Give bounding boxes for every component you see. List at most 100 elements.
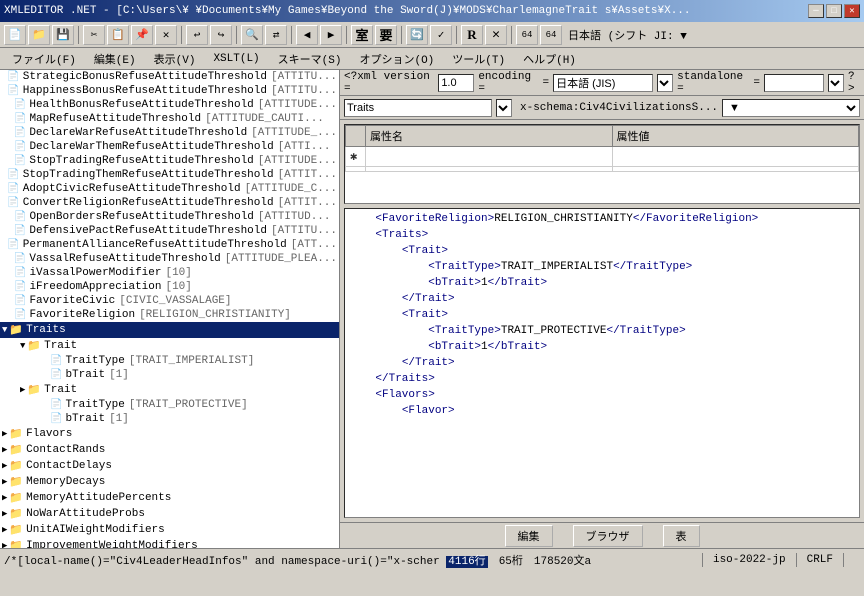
nav-next-button[interactable]: ▶ [320, 25, 342, 45]
refresh-button[interactable]: 🔄 [406, 25, 428, 45]
table-button[interactable]: 表 [663, 525, 700, 547]
file-icon: 📄 [14, 225, 26, 237]
tree-item[interactable]: ▶📁Flavors [0, 426, 339, 442]
tree-item[interactable]: 📄TraitType[TRAIT_PROTECTIVE] [0, 398, 339, 412]
tree-item[interactable]: 📄MapRefuseAttitudeThreshold[ATTITUDE_CAU… [0, 112, 339, 126]
tree-item[interactable]: 📄OpenBordersRefuseAttitudeThreshold[ATTI… [0, 210, 339, 224]
menu-tools[interactable]: ツール(T) [444, 49, 513, 69]
tree-item[interactable]: 📄HealthBonusRefuseAttitudeThreshold[ATTI… [0, 98, 339, 112]
tree-item[interactable]: ▶📁ImprovementWeightModifiers [0, 538, 339, 548]
attr-name-cell[interactable] [366, 147, 613, 167]
menu-schema[interactable]: スキーマ(S) [270, 49, 350, 69]
xml-standalone-dropdown[interactable]: ▼ [828, 74, 844, 92]
expand-icon[interactable]: ▶ [2, 509, 7, 519]
cut-button[interactable]: ✂ [83, 25, 105, 45]
tree-item[interactable]: ▶📁ContactDelays [0, 458, 339, 474]
menu-xslt[interactable]: XSLT(L) [205, 51, 267, 67]
doc-name-input[interactable] [344, 99, 492, 117]
tree-item[interactable]: 📄StrategicBonusRefuseAttitudeThreshold[A… [0, 70, 339, 84]
tree-item[interactable]: 📄ConvertReligionRefuseAttitudeThreshold[… [0, 196, 339, 210]
menu-view[interactable]: 表示(V) [146, 49, 204, 69]
tree-item[interactable]: 📄PermanentAllianceRefuseAttitudeThreshol… [0, 238, 339, 252]
copy-button[interactable]: 📋 [107, 25, 129, 45]
tree-item[interactable]: 📄HappinessBonusRefuseAttitudeThreshold[A… [0, 84, 339, 98]
save-button[interactable]: 💾 [52, 25, 74, 45]
maximize-button[interactable]: □ [826, 4, 842, 18]
expand-icon[interactable]: ▼ [20, 341, 25, 351]
tree-item[interactable]: ▶📁NoWarAttitudeProbs [0, 506, 339, 522]
tree-item[interactable]: ▶📁MemoryDecays [0, 474, 339, 490]
menu-edit[interactable]: 編集(E) [86, 49, 144, 69]
tree-item[interactable]: 📄FavoriteReligion[RELIGION_CHRISTIANITY] [0, 308, 339, 322]
tree-item[interactable]: 📄DeclareWarThemRefuseAttitudeThreshold[A… [0, 140, 339, 154]
attr-empty-row [346, 167, 859, 172]
folder-icon: 📁 [9, 491, 23, 505]
xml-line: <Traits> [349, 227, 855, 243]
tree-item[interactable]: 📄iVassalPowerModifier[10] [0, 266, 339, 280]
browser-button[interactable]: ブラウザ [573, 525, 643, 547]
find-button[interactable]: 🔍 [241, 25, 263, 45]
xml-encoding-dropdown[interactable]: ▼ [657, 74, 673, 92]
tree-item[interactable]: 📄FavoriteCivic[CIVIC_VASSALAGE] [0, 294, 339, 308]
tree-item[interactable]: 📄StopTradingRefuseAttitudeThreshold[ATTI… [0, 154, 339, 168]
expand-icon[interactable]: ▼ [2, 325, 7, 335]
tree-item[interactable]: 📄TraitType[TRAIT_IMPERIALIST] [0, 354, 339, 368]
expand-icon[interactable]: ▶ [2, 445, 7, 455]
expand-icon[interactable]: ▶ [2, 525, 7, 535]
xml-source-area[interactable]: <FavoriteReligion>RELIGION_CHRISTIANITY<… [344, 208, 860, 518]
tree-item[interactable]: ▼📁Trait [0, 338, 339, 354]
tree-item[interactable]: ▶📁ContactRands [0, 442, 339, 458]
expand-icon[interactable]: ▶ [2, 493, 7, 503]
attr-new-row[interactable]: ✱ [346, 147, 859, 167]
file-icon: 📄 [14, 281, 26, 293]
tree-item[interactable]: ▶📁UnitAIWeightModifiers [0, 522, 339, 538]
replace-button[interactable]: ⇄ [265, 25, 287, 45]
redo-button[interactable]: ↪ [210, 25, 232, 45]
tree-item[interactable]: 📄bTrait[1] [0, 368, 339, 382]
xml-line: <Trait> [349, 307, 855, 323]
menu-help[interactable]: ヘルプ(H) [515, 49, 584, 69]
x-button[interactable]: ✕ [485, 25, 507, 45]
r-button[interactable]: R [461, 25, 483, 45]
tree-item[interactable]: 📄AdoptCivicRefuseAttitudeThreshold[ATTIT… [0, 182, 339, 196]
open-button[interactable]: 📁 [28, 25, 50, 45]
xml-version-input[interactable] [438, 74, 474, 92]
expand-icon[interactable]: ▶ [2, 429, 7, 439]
menu-file[interactable]: ファイル(F) [4, 49, 84, 69]
tree-item[interactable]: 📄VassalRefuseAttitudeThreshold[ATTITUDE_… [0, 252, 339, 266]
minimize-button[interactable]: ─ [808, 4, 824, 18]
tree-item[interactable]: 📄bTrait[1] [0, 412, 339, 426]
64a-button[interactable]: 64 [516, 25, 538, 45]
edit-button[interactable]: 編集 [505, 525, 553, 547]
schema-dropdown[interactable]: ▼ [722, 99, 860, 117]
tree-panel[interactable]: 📄StrategicBonusRefuseAttitudeThreshold[A… [0, 70, 340, 548]
expand-icon[interactable]: ▶ [20, 385, 25, 395]
expand-icon[interactable]: ▶ [2, 477, 7, 487]
nav-prev-button[interactable]: ◀ [296, 25, 318, 45]
xml-standalone-input[interactable] [764, 74, 824, 92]
undo-button[interactable]: ↩ [186, 25, 208, 45]
close-button[interactable]: ✕ [844, 4, 860, 18]
paste-button[interactable]: 📌 [131, 25, 153, 45]
delete-button[interactable]: ✕ [155, 25, 177, 45]
tree-item[interactable]: ▶📁MemoryAttitudePercents [0, 490, 339, 506]
64b-button[interactable]: 64 [540, 25, 562, 45]
xml-version-label: <?xml version = [344, 71, 434, 95]
xml-encoding-input[interactable] [553, 74, 653, 92]
new-button[interactable]: 📄 [4, 25, 26, 45]
expand-icon[interactable]: ▶ [2, 461, 7, 471]
expand-button[interactable]: 室 [351, 25, 373, 45]
menu-options[interactable]: オプション(O) [351, 49, 442, 69]
tree-tag: [ATT... [291, 239, 337, 251]
validate-button[interactable]: ✓ [430, 25, 452, 45]
doc-name-dropdown[interactable]: ▼ [496, 99, 512, 117]
tree-item[interactable]: 📄iFreedomAppreciation[10] [0, 280, 339, 294]
tree-item[interactable]: ▶📁Trait [0, 382, 339, 398]
collapse-button[interactable]: 要 [375, 25, 397, 45]
expand-icon[interactable]: ▶ [2, 541, 7, 548]
tree-item[interactable]: ▼📁Traits [0, 322, 339, 338]
tree-item[interactable]: 📄DefensivePactRefuseAttitudeThreshold[AT… [0, 224, 339, 238]
tree-item[interactable]: 📄DeclareWarRefuseAttitudeThreshold[ATTIT… [0, 126, 339, 140]
attr-value-cell[interactable] [612, 147, 859, 167]
tree-item[interactable]: 📄StopTradingThemRefuseAttitudeThreshold[… [0, 168, 339, 182]
